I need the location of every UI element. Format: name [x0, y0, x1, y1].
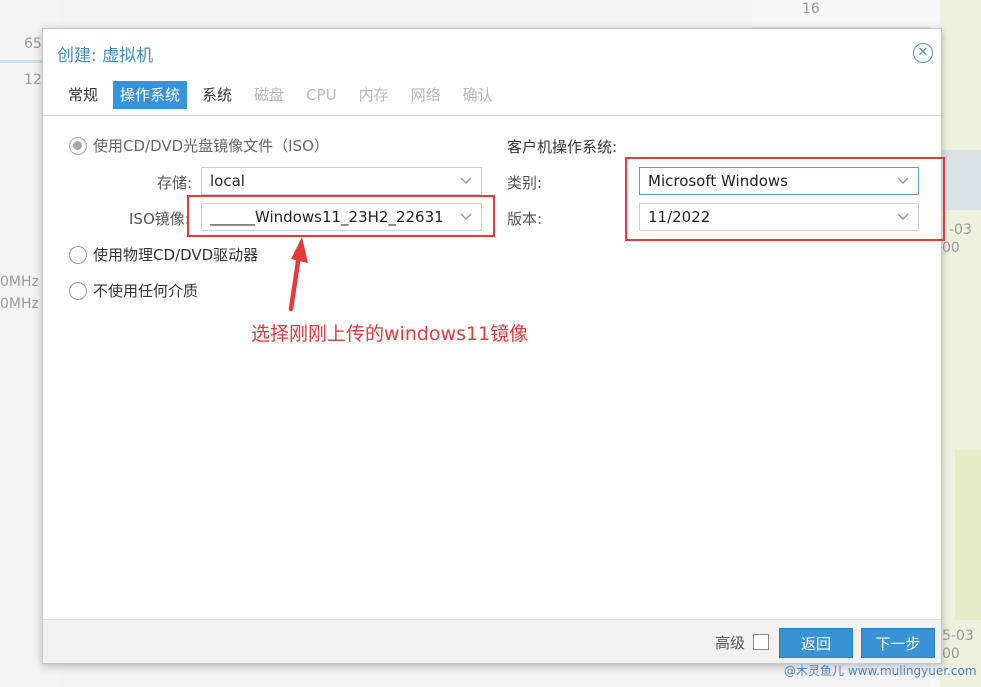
background-chart-series: [940, 150, 981, 210]
chevron-down-icon[interactable]: [896, 168, 910, 194]
background-number: 65: [24, 36, 42, 52]
storage-label: 存储:: [157, 174, 193, 192]
tab-network: 网络: [410, 86, 441, 104]
back-button[interactable]: 返回: [779, 628, 853, 658]
os-version-label: 版本:: [507, 210, 543, 228]
next-button[interactable]: 下一步: [861, 628, 935, 658]
none-option-label: 不使用任何介质: [93, 282, 199, 300]
close-icon: ✕: [917, 45, 929, 60]
background-frequency: 0MHz: [0, 296, 39, 312]
iso-radio-option[interactable]: 使用CD/DVD光盘镜像文件（ISO）: [69, 135, 329, 156]
tab-disk: 磁盘: [254, 86, 285, 104]
background-axis-label: 5-03: [942, 628, 974, 644]
os-type-label: 类别:: [507, 174, 543, 192]
physical-drive-radio-option[interactable]: 使用物理CD/DVD驱动器: [69, 244, 258, 265]
storage-value: local: [210, 172, 245, 190]
create-vm-dialog: 创建: 虚拟机 ✕ 常规 操作系统 系统 磁盘 CPU 内存 网络 确认 使用C…: [42, 28, 945, 664]
wizard-tabs: 常规 操作系统 系统 磁盘 CPU 内存 网络 确认: [61, 81, 508, 109]
annotation-arrow-icon: [288, 237, 308, 312]
radio-unchecked-icon[interactable]: [69, 245, 87, 264]
chevron-down-icon[interactable]: [459, 204, 473, 230]
iso-image-value: ______Windows11_23H2_22631: [210, 208, 444, 226]
annotation-text: 选择刚刚上传的windows11镜像: [251, 323, 529, 345]
os-type-select[interactable]: Microsoft Windows: [639, 167, 919, 195]
watermark: @木灵鱼儿 www.mulingyuer.com: [784, 664, 977, 678]
chevron-down-icon[interactable]: [896, 204, 910, 230]
os-version-select[interactable]: 11/2022: [639, 203, 919, 231]
advanced-label: 高级: [714, 634, 745, 652]
iso-label: ISO镜像:: [129, 210, 190, 228]
physical-option-label: 使用物理CD/DVD驱动器: [93, 246, 259, 264]
background-axis-label: -03: [949, 222, 972, 238]
radio-checked-icon[interactable]: [69, 136, 87, 155]
os-version-value: 11/2022: [648, 208, 711, 226]
background-number: 12: [24, 72, 42, 88]
iso-image-select[interactable]: ______Windows11_23H2_22631: [201, 203, 482, 231]
os-type-value: Microsoft Windows: [648, 172, 788, 190]
storage-select[interactable]: local: [201, 167, 482, 195]
advanced-checkbox[interactable]: [753, 634, 769, 650]
chevron-down-icon[interactable]: [459, 168, 473, 194]
close-button[interactable]: ✕: [913, 43, 933, 63]
tab-divider: [43, 115, 941, 116]
tab-memory: 内存: [358, 86, 389, 104]
background-frequency: 0MHz: [0, 274, 39, 290]
background-axis-label: 00: [942, 646, 960, 662]
background-chart-series: [955, 450, 981, 620]
background-progress-bar: [0, 60, 45, 63]
tab-confirm: 确认: [462, 86, 493, 104]
guest-os-heading: 客户机操作系统:: [507, 138, 618, 156]
background-axis-label: 16: [802, 1, 820, 17]
radio-unchecked-icon[interactable]: [69, 281, 87, 300]
tab-general[interactable]: 常规: [61, 81, 105, 109]
tab-cpu: CPU: [306, 86, 337, 104]
iso-option-label: 使用CD/DVD光盘镜像文件（ISO）: [93, 137, 329, 155]
dialog-header: 创建: 虚拟机 ✕: [43, 29, 941, 75]
tab-os[interactable]: 操作系统: [113, 81, 188, 109]
dialog-footer: 高级 返回 下一步: [43, 619, 941, 663]
background-chart-header: [752, 0, 942, 28]
no-media-radio-option[interactable]: 不使用任何介质: [69, 280, 198, 301]
tab-system[interactable]: 系统: [195, 81, 239, 109]
dialog-title: 创建: 虚拟机: [57, 46, 154, 66]
background-axis-label: 00: [942, 240, 960, 256]
